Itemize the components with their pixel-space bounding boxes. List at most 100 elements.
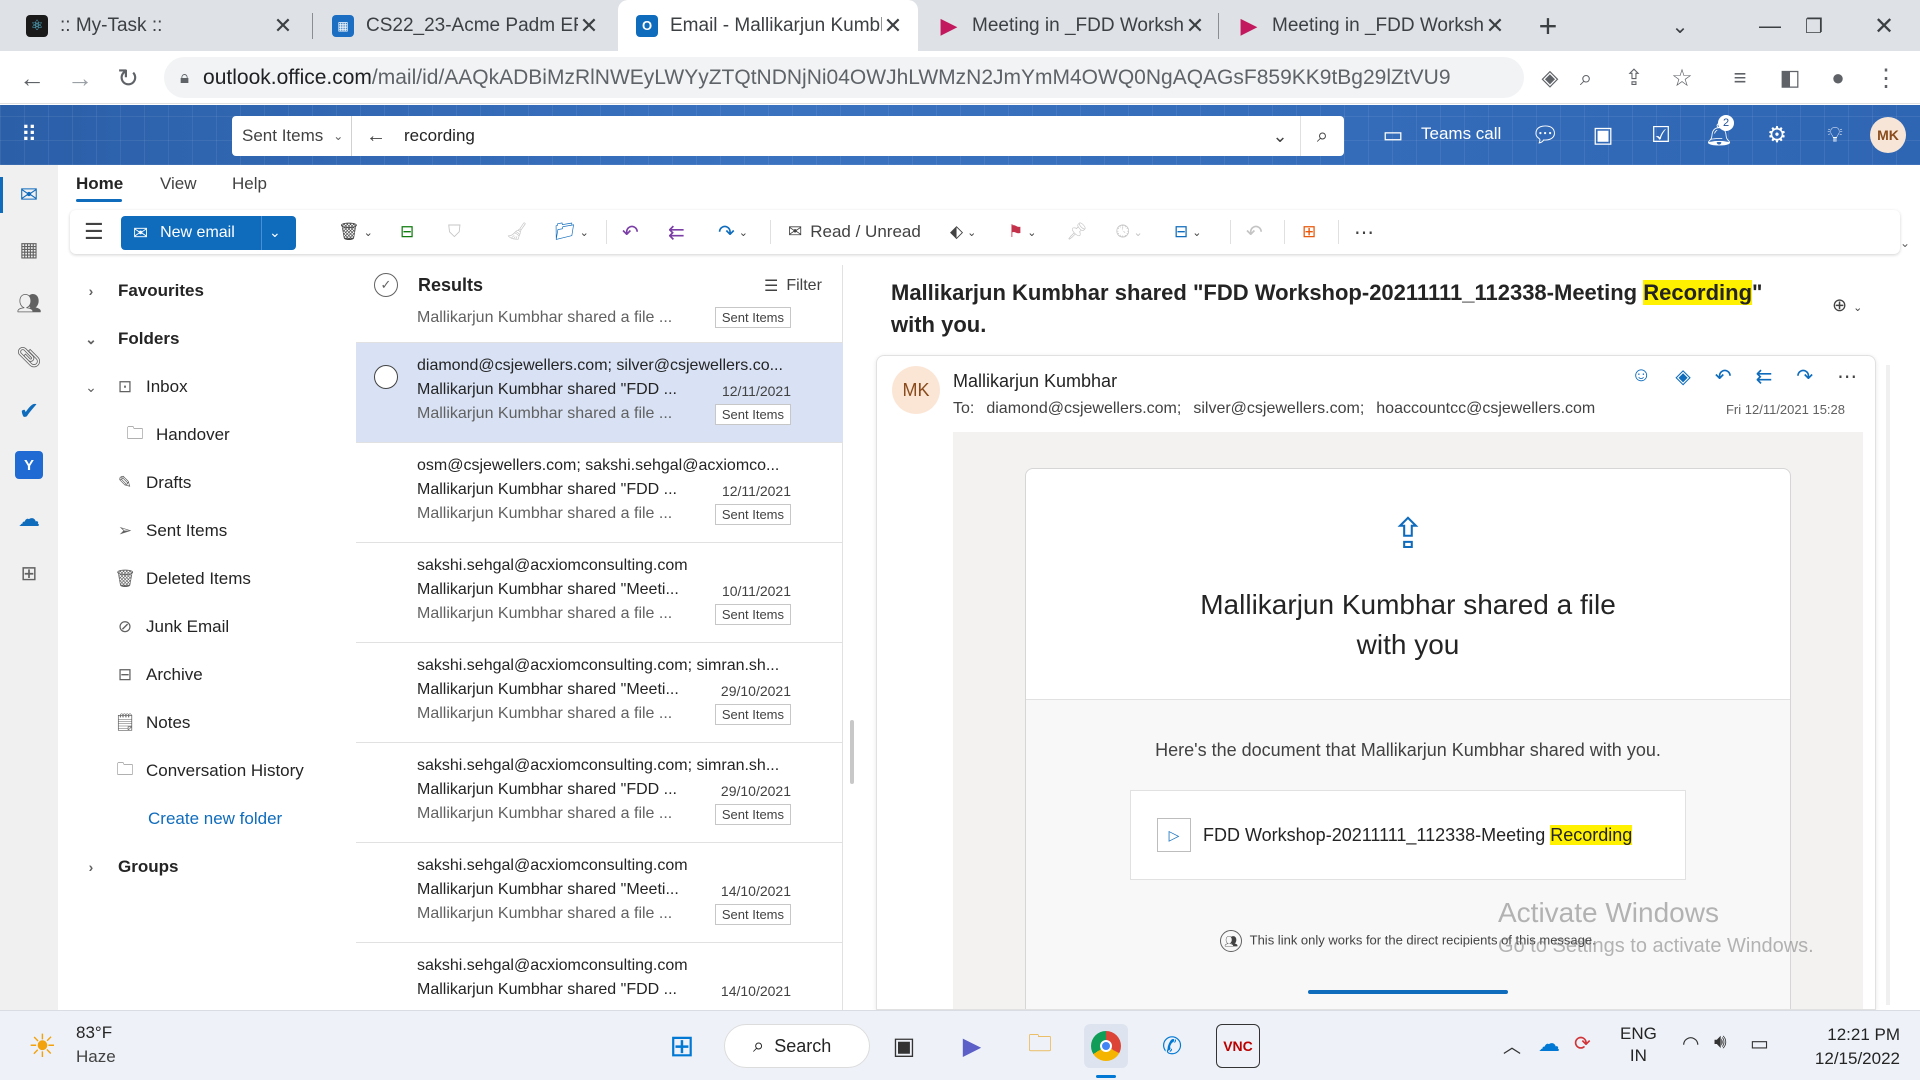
archive-icon[interactable]: ⊟ [400, 218, 414, 246]
more-options-icon[interactable]: ⋯ [1354, 218, 1374, 246]
tab-view[interactable]: View [160, 174, 197, 194]
onedrive-tray-icon[interactable]: ☁ [1538, 1031, 1560, 1057]
list-scrollbar[interactable] [850, 720, 854, 784]
list-item[interactable]: sakshi.sehgal@acxiomconsulting.com Malli… [356, 543, 843, 643]
folder-junk-email[interactable]: ⊘ Junk Email [114, 611, 229, 643]
browser-tab-email[interactable]: O Email - Mallikarjun Kumbh ✕ [618, 0, 918, 51]
list-item[interactable]: sakshi.sehgal@acxiomconsulting.com; simr… [356, 643, 843, 743]
chevron-up-icon[interactable]: ︿ [1503, 1033, 1521, 1059]
read-unread-button[interactable]: ✉ Read / Unread [788, 218, 921, 246]
battery-icon[interactable]: ▭ [1750, 1031, 1769, 1056]
delete-icon[interactable]: 🗑︎ ⌄ [338, 218, 373, 246]
zoom-icon[interactable]: ⊕ ⌄ [1832, 295, 1862, 316]
vnc-viewer-icon[interactable]: VNC [1216, 1024, 1260, 1068]
chat-icon[interactable]: 💬︎ [1530, 120, 1560, 150]
sync-icon[interactable]: ⟳ [1574, 1031, 1591, 1056]
list-item[interactable]: Mallikarjun Kumbhar shared a file ... Se… [356, 305, 843, 343]
sender-name[interactable]: Mallikarjun Kumbhar [953, 371, 1117, 392]
folder-sent-items[interactable]: ➢ Sent Items [114, 515, 227, 547]
tag-icon[interactable]: ⬖ ⌄ [950, 218, 976, 246]
move-to-icon[interactable]: 📁︎ ⌄ [554, 218, 589, 246]
language-indicator[interactable]: ENG IN [1620, 1023, 1657, 1067]
folder-conversation-history[interactable]: 🗀 Conversation History [114, 755, 304, 787]
emoji-react-icon[interactable]: ☺ [1631, 364, 1651, 389]
people-icon[interactable]: 👥︎ [15, 289, 43, 317]
browser-tab-erp[interactable]: ▦ CS22_23-Acme Padm ERP ✕ [314, 0, 614, 51]
create-new-folder-link[interactable]: Create new folder [148, 803, 282, 835]
my-day-icon[interactable]: ☑ [1646, 120, 1676, 150]
apps-icon[interactable]: ⊞ [1302, 218, 1316, 246]
teams-chat-icon[interactable]: ▶ [950, 1024, 994, 1068]
minimize-icon[interactable]: — [1752, 8, 1788, 44]
favourites-header[interactable]: › Favourites [84, 275, 204, 307]
zoom-icon[interactable]: ⌕ [1568, 60, 1604, 96]
back-icon[interactable]: ← [14, 60, 50, 96]
tab-help[interactable]: Help [232, 174, 267, 194]
reload-icon[interactable]: ↻ [110, 60, 146, 96]
groups-header[interactable]: › Groups [84, 851, 179, 883]
sweep-icon[interactable]: 🧹︎ [506, 218, 528, 246]
folders-header[interactable]: ⌄ Folders [84, 323, 179, 355]
weather-temp[interactable]: 83°F [76, 1023, 112, 1043]
close-tab-icon[interactable]: ✕ [1184, 13, 1206, 39]
windows-start-icon[interactable]: ⊞ [660, 1024, 704, 1068]
clock[interactable]: 12:21 PM 12/15/2022 [1790, 1023, 1900, 1071]
calendar-icon[interactable]: ▦ [15, 235, 43, 263]
rules-icon[interactable]: ⊟ ⌄ [1174, 218, 1201, 246]
reply-icon[interactable]: ↶ [622, 218, 639, 246]
weather-condition[interactable]: Haze [76, 1047, 116, 1067]
folder-deleted-items[interactable]: 🗑︎ Deleted Items [114, 563, 251, 595]
app-install-icon[interactable]: ◈ [1532, 60, 1568, 96]
folder-drafts[interactable]: ✎ Drafts [114, 467, 191, 499]
new-tab-icon[interactable]: + [1530, 8, 1566, 44]
restore-icon[interactable]: ❐ [1796, 8, 1832, 44]
url-field[interactable]: 🔒︎ outlook.office.com/mail/id/AAQkADBiMz… [164, 57, 1524, 98]
lightbulb-icon[interactable]: 💡︎ [1820, 120, 1850, 150]
folder-inbox[interactable]: ⌄ ⊡ Inbox [84, 371, 187, 403]
report-icon[interactable]: ⛉ [448, 218, 461, 246]
bookmark-star-icon[interactable]: ☆ [1664, 60, 1700, 96]
attachment-icon[interactable]: 📎︎ [15, 343, 43, 371]
recipient[interactable]: hoaccountcc@csjewellers.com [1376, 400, 1595, 418]
reply-icon[interactable]: ↶ [1715, 364, 1732, 389]
recipient[interactable]: diamond@csjewellers.com; [986, 400, 1181, 418]
sender-avatar[interactable]: MK [892, 366, 940, 414]
media-control-icon[interactable]: ≡ [1722, 60, 1758, 96]
wifi-icon[interactable]: ◠ [1682, 1031, 1699, 1056]
taskbar-search[interactable]: ⌕ Search [724, 1024, 870, 1068]
select-checkbox[interactable] [374, 365, 398, 389]
phone-app-icon[interactable]: ✆ [1150, 1024, 1194, 1068]
folder-notes[interactable]: 🗒︎ Notes [114, 707, 190, 739]
loop-icon[interactable]: ◈ [1675, 364, 1690, 389]
hamburger-menu-icon[interactable]: ☰ [84, 218, 104, 246]
browser-tab-meeting-2[interactable]: ▶ Meeting in _FDD Worksho ✕ [1220, 0, 1520, 51]
search-box[interactable]: Sent Items ⌄ ← recording ⌄ ⌕ [232, 116, 1344, 156]
file-link[interactable]: ▷ FDD Workshop-20211111_112338-Meeting R… [1130, 790, 1686, 880]
undo-icon[interactable]: ↶ [1246, 218, 1263, 246]
teams-call-label[interactable]: Teams call [1421, 124, 1501, 144]
recipient[interactable]: silver@csjewellers.com; [1193, 400, 1364, 418]
video-camera-icon[interactable]: ▭ [1378, 120, 1408, 150]
snooze-icon[interactable]: 🕓︎ ⌄ [1116, 218, 1143, 246]
avatar[interactable]: MK [1870, 117, 1906, 153]
share-icon[interactable]: ⇪ [1616, 60, 1652, 96]
more-actions-icon[interactable]: ⋯ [1837, 364, 1857, 389]
pin-icon[interactable]: 📌︎ [1066, 218, 1088, 246]
mail-icon[interactable]: ✉ [15, 181, 43, 209]
close-tab-icon[interactable]: ✕ [882, 13, 904, 39]
file-explorer-icon[interactable]: 🗀 [1018, 1024, 1062, 1068]
forward-mail-icon[interactable]: ↷ ⌄ [718, 218, 748, 246]
reply-all-icon[interactable]: ⇇ [668, 218, 685, 246]
browser-menu-icon[interactable]: ⋮ [1868, 60, 1904, 96]
onedrive-icon[interactable]: ☁ [15, 505, 43, 533]
forward-icon[interactable]: → [62, 60, 98, 96]
forward-icon[interactable]: ↷ [1796, 364, 1813, 389]
list-item[interactable]: sakshi.sehgal@acxiomconsulting.com Malli… [356, 843, 843, 943]
tab-search-icon[interactable]: ⌄ [1662, 8, 1698, 44]
side-panel-icon[interactable]: ◧ [1772, 60, 1808, 96]
filter-button[interactable]: ☰ Filter [764, 276, 822, 296]
select-all-checkbox[interactable]: ✓ [374, 273, 398, 297]
flag-icon[interactable]: ⚑ ⌄ [1008, 218, 1036, 246]
tab-home[interactable]: Home [76, 174, 123, 194]
browser-tab-meeting-1[interactable]: ▶ Meeting in _FDD Worksho ✕ [920, 0, 1220, 51]
